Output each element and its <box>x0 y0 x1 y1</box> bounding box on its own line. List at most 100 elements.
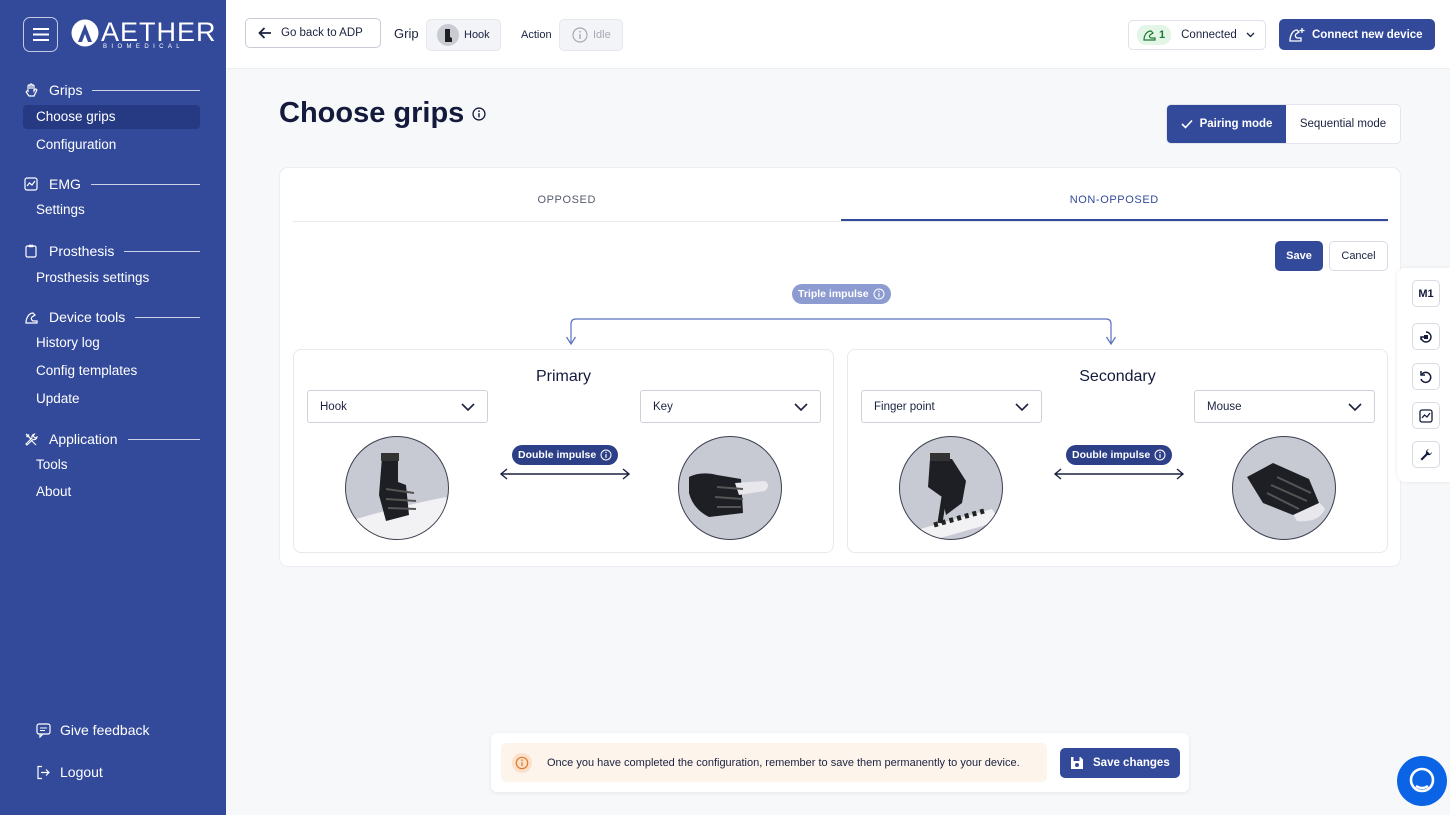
sidebar-item-tools[interactable]: Tools <box>23 453 200 477</box>
chevron-down-icon <box>461 402 475 411</box>
finger-point-grip-image <box>899 436 1003 540</box>
mode-toggle: Pairing mode Sequential mode <box>1166 104 1401 144</box>
connected-devices-badge: 1 <box>1137 25 1172 45</box>
floppy-disk-icon <box>1071 757 1083 769</box>
secondary-right-grip-select[interactable]: Mouse <box>1194 390 1375 423</box>
section-title-emg: EMG <box>49 176 81 192</box>
save-changes-button[interactable]: Save changes <box>1060 748 1180 778</box>
double-arrow-icon <box>499 468 631 480</box>
tools-icon <box>24 432 38 446</box>
connection-status-dropdown[interactable]: 1 Connected <box>1128 20 1266 50</box>
undo-icon <box>1420 370 1432 383</box>
save-reminder-bar: Once you have completed the configuratio… <box>491 733 1189 792</box>
sidebar-item-prosthesis-settings[interactable]: Prosthesis settings <box>23 266 200 290</box>
save-reminder-text: Once you have completed the configuratio… <box>547 756 1020 769</box>
info-icon[interactable] <box>873 288 885 300</box>
primary-panel: Primary Hook Key Double impulse <box>293 349 834 553</box>
primary-double-impulse-badge: Double impulse <box>512 445 619 465</box>
grip-replay-button[interactable] <box>1412 323 1440 350</box>
clipboard-icon <box>25 244 37 258</box>
current-grip-chip: Hook <box>426 19 501 51</box>
secondary-double-impulse: Double impulse <box>1053 445 1185 485</box>
undo-button[interactable] <box>1412 363 1440 390</box>
emg-chart-button[interactable] <box>1412 402 1440 429</box>
logout-link[interactable]: Logout <box>36 764 103 780</box>
wrench-icon <box>1420 448 1432 460</box>
give-feedback-link[interactable]: Give feedback <box>36 722 150 738</box>
connect-new-device-button[interactable]: Connect new device <box>1279 19 1435 50</box>
connected-count: 1 <box>1159 29 1166 41</box>
give-feedback-label: Give feedback <box>60 722 150 738</box>
page-title: Choose grips <box>279 97 486 130</box>
arm-icon <box>24 311 38 324</box>
brand-logo[interactable]: AETHER BIOMEDICAL <box>70 18 217 50</box>
sidebar-item-config-templates[interactable]: Config templates <box>23 359 200 383</box>
tab-non-opposed[interactable]: NON-OPPOSED <box>840 188 1388 221</box>
current-grip-value: Hook <box>464 29 490 41</box>
chart-icon <box>1419 408 1433 423</box>
m1-button[interactable]: M1 <box>1412 280 1440 307</box>
primary-left-grip-value: Hook <box>320 400 347 413</box>
section-title-grips: Grips <box>49 82 83 98</box>
sequential-mode-button[interactable]: Sequential mode <box>1286 105 1400 143</box>
hamburger-icon <box>32 28 49 41</box>
sidebar-item-history-log[interactable]: History log <box>23 331 200 355</box>
sidebar-item-update[interactable]: Update <box>23 387 200 411</box>
hook-grip-thumbnail <box>437 24 459 46</box>
sidebar-section-emg: EMG Settings <box>23 172 200 222</box>
sidebar-item-settings[interactable]: Settings <box>23 198 200 222</box>
brand-name: AETHER <box>101 17 217 47</box>
secondary-right-grip-value: Mouse <box>1207 400 1242 413</box>
page-title-text: Choose grips <box>279 97 465 129</box>
logout-label: Logout <box>60 764 103 780</box>
section-title-prosthesis: Prosthesis <box>49 243 115 259</box>
secondary-left-grip-select[interactable]: Finger point <box>861 390 1042 423</box>
sidebar-section-application: Application Tools About <box>23 427 200 504</box>
primary-left-grip-select[interactable]: Hook <box>307 390 488 423</box>
cancel-button[interactable]: Cancel <box>1329 241 1388 271</box>
primary-right-grip-value: Key <box>653 400 673 413</box>
info-icon[interactable] <box>1154 449 1166 461</box>
sidebar-item-configuration[interactable]: Configuration <box>23 133 200 157</box>
secondary-double-impulse-label: Double impulse <box>1072 449 1151 461</box>
tab-opposed[interactable]: OPPOSED <box>293 188 841 221</box>
arrow-left-icon <box>258 27 271 39</box>
chevron-down-icon <box>1348 402 1362 411</box>
save-reminder-message: Once you have completed the configuratio… <box>501 743 1047 782</box>
sidebar: AETHER BIOMEDICAL Grips Choose grips Con… <box>0 0 226 815</box>
pairing-mode-button[interactable]: Pairing mode <box>1167 105 1286 143</box>
save-button[interactable]: Save <box>1275 241 1323 271</box>
wrench-button[interactable] <box>1412 441 1440 468</box>
go-back-label: Go back to ADP <box>281 27 363 39</box>
support-chat-button[interactable] <box>1397 756 1447 806</box>
connect-new-device-label: Connect new device <box>1312 28 1423 41</box>
double-arrow-icon <box>1053 468 1185 480</box>
key-grip-image <box>678 436 782 540</box>
sidebar-item-about[interactable]: About <box>23 480 200 504</box>
go-back-button[interactable]: Go back to ADP <box>245 18 381 48</box>
aether-logo-icon <box>71 19 99 47</box>
info-icon[interactable] <box>600 449 612 461</box>
grip-label: Grip <box>394 26 419 41</box>
primary-double-impulse-label: Double impulse <box>518 449 597 461</box>
primary-right-grip-select[interactable]: Key <box>640 390 821 423</box>
hand-refresh-icon <box>1420 330 1432 343</box>
primary-title: Primary <box>535 368 592 385</box>
section-title-application: Application <box>49 431 118 447</box>
sidebar-section-grips: Grips Choose grips Configuration <box>23 78 200 157</box>
current-action-value: Idle <box>593 29 611 41</box>
prosthesis-arm-icon <box>1143 30 1156 41</box>
prosthesis-plus-icon <box>1289 28 1305 42</box>
info-icon <box>572 27 588 43</box>
hook-grip-image <box>345 436 449 540</box>
save-changes-label: Save changes <box>1093 757 1170 769</box>
warning-info-icon <box>515 756 529 769</box>
sidebar-item-choose-grips[interactable]: Choose grips <box>23 105 200 129</box>
sidebar-section-prosthesis: Prosthesis Prosthesis settings <box>23 239 200 290</box>
section-title-device-tools: Device tools <box>49 309 126 325</box>
secondary-double-impulse-badge: Double impulse <box>1066 445 1173 465</box>
menu-toggle-button[interactable] <box>23 17 58 52</box>
feedback-icon <box>36 722 51 738</box>
info-icon[interactable] <box>472 106 486 121</box>
hand-icon <box>25 82 38 97</box>
